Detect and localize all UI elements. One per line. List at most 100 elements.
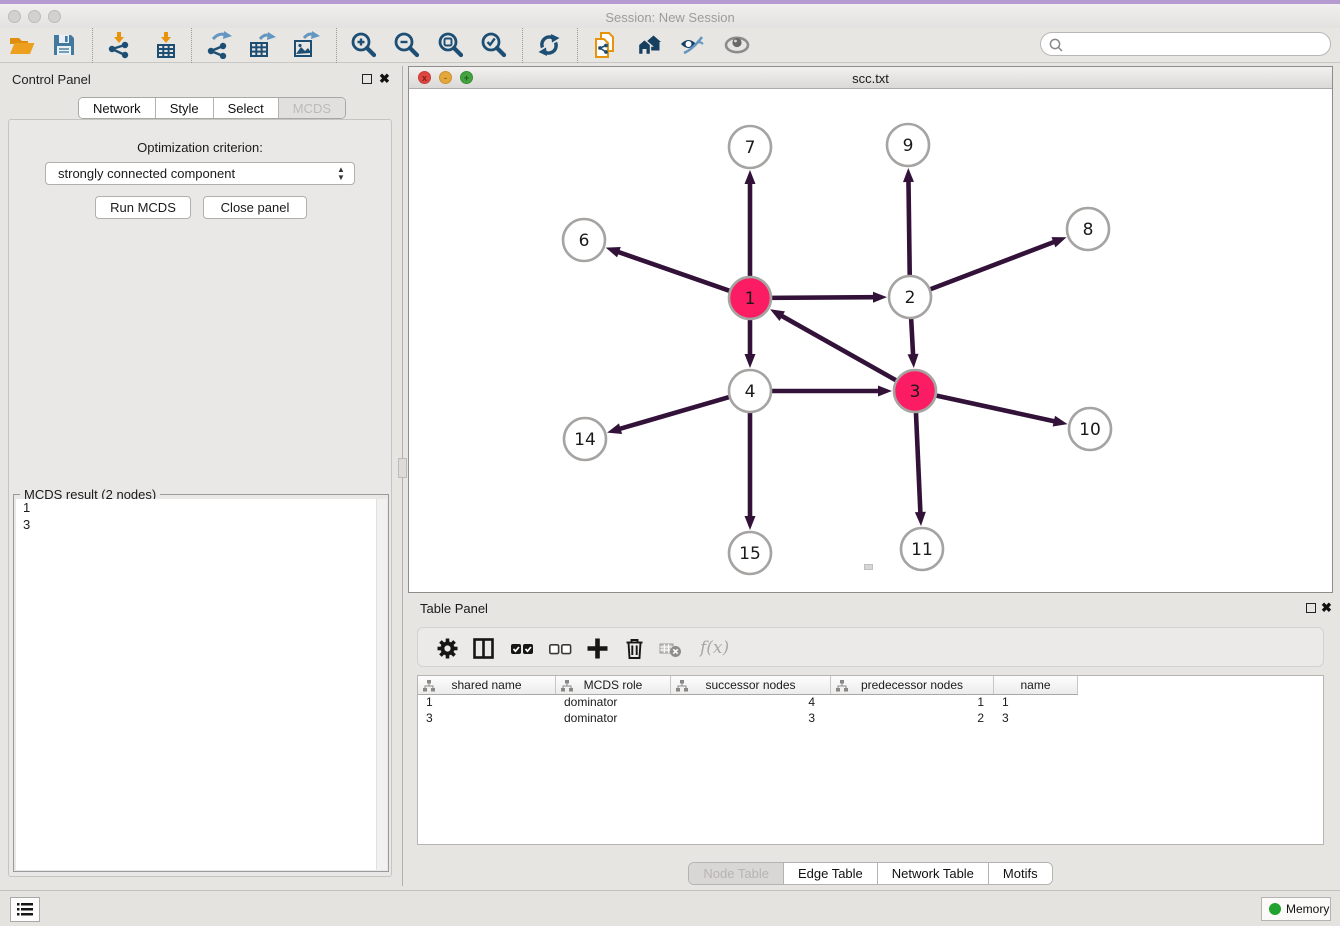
network-canvas-svg[interactable]: 7968124314101511 — [409, 89, 1332, 592]
float-panel-icon[interactable] — [362, 74, 372, 84]
delete-column-trash-icon[interactable] — [622, 636, 647, 661]
cell-predecessor-nodes[interactable]: 1 — [831, 695, 994, 711]
zoom-selected-icon[interactable] — [479, 31, 507, 59]
close-panel-button[interactable]: Close panel — [203, 196, 307, 219]
titlebar: Session: New Session — [0, 4, 1340, 28]
add-column-icon[interactable] — [585, 636, 610, 661]
show-columns-icon[interactable] — [471, 636, 496, 661]
close-panel-icon[interactable]: ✖ — [1321, 600, 1332, 616]
tab-node-table[interactable]: Node Table — [689, 863, 784, 884]
deselect-all-rows-icon[interactable] — [548, 636, 573, 661]
graph-edge-2-8[interactable] — [928, 241, 1056, 290]
control-panel-tabs: Network Style Select MCDS — [78, 97, 346, 119]
graph-edge-arrowhead — [745, 170, 756, 184]
graph-edge-2-9[interactable] — [908, 180, 909, 278]
graph-edge-3-11[interactable] — [916, 410, 921, 514]
table-row[interactable]: 1 dominator 4 1 1 — [418, 695, 1323, 711]
column-header-successor-nodes[interactable]: successor nodes — [671, 676, 831, 694]
tab-network-table[interactable]: Network Table — [878, 863, 989, 884]
zoom-out-icon[interactable] — [392, 31, 420, 59]
tab-mcds[interactable]: MCDS — [279, 98, 345, 118]
cell-mcds-role[interactable]: dominator — [556, 695, 671, 711]
search-input[interactable] — [1067, 35, 1322, 53]
cell-name[interactable]: 1 — [994, 695, 1078, 711]
cell-predecessor-nodes[interactable]: 2 — [831, 711, 994, 727]
hide-graphics-details-icon[interactable] — [678, 31, 706, 59]
home-layout-icon[interactable] — [635, 31, 663, 59]
export-image-icon[interactable] — [292, 31, 320, 59]
function-builder-icon[interactable]: f(x) — [700, 638, 729, 658]
mcds-tab-content: Optimization criterion: strongly connect… — [8, 119, 392, 877]
tab-motifs[interactable]: Motifs — [989, 863, 1052, 884]
graph-edge-1-6[interactable] — [617, 252, 732, 292]
graph-node-label: 2 — [905, 288, 916, 308]
select-all-rows-icon[interactable] — [510, 636, 535, 661]
search-icon — [1048, 37, 1065, 54]
tab-style[interactable]: Style — [156, 98, 214, 118]
search-field[interactable] — [1040, 32, 1331, 56]
graph-edge-2-3[interactable] — [911, 316, 913, 356]
cell-shared-name[interactable]: 3 — [418, 711, 556, 727]
graph-edge-arrowhead — [770, 309, 785, 321]
clone-network-icon[interactable] — [591, 31, 619, 59]
result-scrollbar[interactable] — [376, 499, 387, 870]
delete-table-icon[interactable] — [658, 636, 683, 661]
export-network-icon[interactable] — [205, 31, 233, 59]
cell-successor-nodes[interactable]: 4 — [671, 695, 831, 711]
toolbar-separator — [191, 28, 192, 63]
table-row[interactable]: 3 dominator 3 2 3 — [418, 711, 1323, 727]
column-header-shared-name[interactable]: shared name — [418, 676, 556, 694]
graph-edge-arrowhead — [873, 292, 887, 303]
table-panel: Table Panel ✖ f(x) — [408, 595, 1333, 886]
zoom-in-icon[interactable] — [349, 31, 377, 59]
network-window-title: scc.txt — [409, 71, 1332, 86]
export-table-icon[interactable] — [248, 31, 276, 59]
splitter-handle[interactable] — [398, 458, 407, 478]
run-mcds-button[interactable]: Run MCDS — [95, 196, 191, 219]
close-panel-icon[interactable]: ✖ — [379, 71, 390, 87]
graph-node-label: 4 — [745, 382, 756, 402]
memory-button[interactable]: Memory — [1261, 897, 1331, 921]
cell-name[interactable]: 3 — [994, 711, 1078, 727]
graph-edge-4-14[interactable] — [619, 396, 732, 429]
toolbar-separator — [336, 28, 337, 63]
column-header-mcds-role[interactable]: MCDS role — [556, 676, 671, 694]
toolbar-separator — [522, 28, 523, 63]
application-window: Session: New Session — [0, 0, 1340, 926]
mcds-result-textarea[interactable]: 1 3 — [16, 499, 387, 870]
column-header-name[interactable]: name — [994, 676, 1078, 694]
graph-edge-3-1[interactable] — [780, 315, 898, 381]
canvas-resize-handle[interactable] — [864, 564, 873, 570]
graph-node-label: 6 — [579, 231, 590, 251]
cell-shared-name[interactable]: 1 — [418, 695, 556, 711]
graph-edge-arrowhead — [878, 386, 892, 397]
criterion-dropdown[interactable]: strongly connected component ▲▼ — [45, 162, 355, 185]
cell-successor-nodes[interactable]: 3 — [671, 711, 831, 727]
tab-edge-table[interactable]: Edge Table — [784, 863, 878, 884]
import-table-icon[interactable] — [152, 31, 180, 59]
graph-edge-arrowhead — [745, 516, 756, 530]
show-graphics-details-icon[interactable] — [723, 31, 751, 59]
cell-mcds-role[interactable]: dominator — [556, 711, 671, 727]
save-session-icon[interactable] — [50, 31, 78, 59]
task-history-button[interactable] — [10, 897, 40, 922]
graph-edge-3-10[interactable] — [934, 395, 1056, 422]
refresh-icon[interactable] — [535, 31, 563, 59]
float-panel-icon[interactable] — [1306, 603, 1316, 613]
table-settings-gear-icon[interactable] — [435, 636, 460, 661]
open-session-icon[interactable] — [8, 31, 36, 59]
graph-edge-arrowhead — [745, 354, 756, 368]
zoom-fit-icon[interactable] — [436, 31, 464, 59]
import-network-icon[interactable] — [105, 31, 133, 59]
graph-edge-arrowhead — [607, 423, 622, 434]
column-header-predecessor-nodes[interactable]: predecessor nodes — [831, 676, 994, 694]
network-window-titlebar[interactable]: x - + scc.txt — [409, 67, 1332, 89]
tab-network[interactable]: Network — [79, 98, 156, 118]
tab-select[interactable]: Select — [214, 98, 279, 118]
optimization-criterion-label: Optimization criterion: — [9, 140, 391, 155]
node-table: shared name MCDS role successor nodes pr… — [417, 675, 1324, 845]
graph-node-label: 11 — [911, 540, 933, 560]
graph-node-label: 8 — [1083, 220, 1094, 240]
graph-edge-1-2[interactable] — [769, 297, 875, 298]
memory-status-icon — [1269, 903, 1281, 915]
